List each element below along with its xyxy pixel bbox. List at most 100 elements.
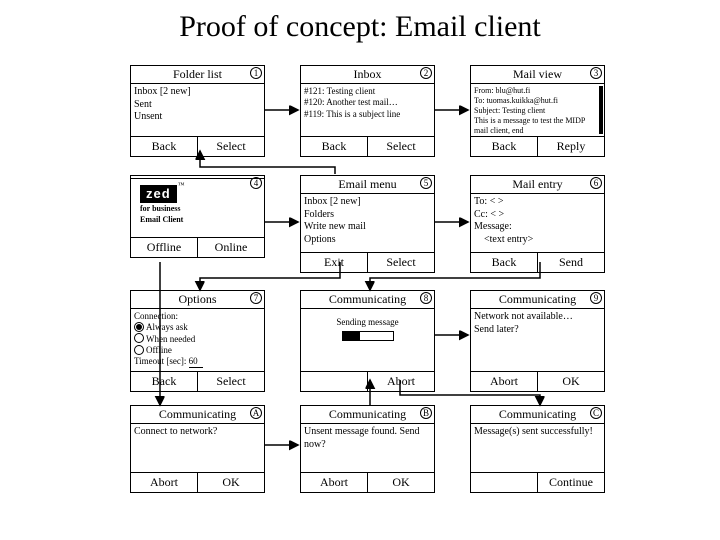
select-button[interactable]: Select — [367, 253, 434, 272]
back-button[interactable]: Back — [131, 372, 197, 391]
panel-head: Communicating8 — [301, 291, 434, 309]
folder-item[interactable]: Inbox [2 new] — [134, 86, 261, 99]
radio-label: Always ask — [146, 322, 188, 332]
abort-button[interactable]: Abort — [131, 473, 197, 492]
continue-button[interactable]: Continue — [537, 473, 604, 492]
abort-button[interactable]: Abort — [367, 372, 434, 391]
status-text: Message(s) sent successfully! — [474, 426, 601, 439]
panel-head: CommunicatingA — [131, 406, 264, 424]
panel-head: Options 7 — [131, 291, 264, 309]
panel-body: Inbox [2 new] Folders Write new mail Opt… — [301, 194, 434, 252]
panel-comm-unsent: CommunicatingB Unsent message found. Sen… — [300, 405, 435, 493]
back-button[interactable]: Back — [131, 137, 197, 156]
reply-button[interactable]: Reply — [537, 137, 604, 156]
panel-body: Sending message — [301, 309, 434, 371]
back-button[interactable]: Back — [301, 137, 367, 156]
panel-options: Options 7 Connection: Always ask When nee… — [130, 290, 265, 392]
timeout-input[interactable]: 60 — [189, 356, 203, 368]
panel-head: Mail entry6 — [471, 176, 604, 194]
panel-title: Communicating — [329, 292, 406, 306]
scrollbar[interactable] — [599, 86, 603, 134]
page-title: Proof of concept: Email client — [0, 0, 720, 44]
panel-head: Folder list1 — [131, 66, 264, 84]
panel-title: Communicating — [329, 407, 406, 421]
panel-num: B — [420, 407, 432, 419]
msg-label: Message: — [474, 221, 601, 234]
panel-body: Connect to network? — [131, 424, 264, 472]
panel-comm-connect: CommunicatingA Connect to network? Abort… — [130, 405, 265, 493]
radio-option[interactable]: Always ask — [134, 322, 261, 333]
menu-item[interactable]: Folders — [304, 209, 431, 222]
send-button[interactable]: Send — [537, 253, 604, 272]
online-button[interactable]: Online — [197, 238, 264, 257]
panel-num: 6 — [590, 177, 602, 189]
abort-button[interactable]: Abort — [301, 473, 367, 492]
progress-bar — [342, 331, 394, 341]
mail-item[interactable]: #120: Another test mail… — [304, 97, 431, 108]
panel-body: Inbox [2 new] Sent Unsent — [131, 84, 264, 136]
folder-item[interactable]: Unsent — [134, 111, 261, 124]
ok-button[interactable]: OK — [537, 372, 604, 391]
button-row: Back Reply — [471, 136, 604, 156]
menu-item[interactable]: Write new mail — [304, 221, 431, 234]
radio-option[interactable]: Offline — [134, 345, 261, 356]
panel-title: Folder list — [173, 67, 222, 81]
logo-sub: for business — [140, 205, 261, 214]
mail-to: To: tuomas.kuikka@hut.fi — [474, 96, 596, 106]
ok-button[interactable]: OK — [367, 473, 434, 492]
panel-num: 7 — [250, 292, 262, 304]
button-row: Back Send — [471, 252, 604, 272]
panel-body: To: < > Cc: < > Message: <text entry> — [471, 194, 604, 252]
select-button[interactable]: Select — [367, 137, 434, 156]
select-button[interactable]: Select — [197, 372, 264, 391]
panel-num: 9 — [590, 292, 602, 304]
radio-icon — [134, 345, 144, 355]
panel-title: Communicating — [499, 292, 576, 306]
menu-item[interactable]: Inbox [2 new] — [304, 196, 431, 209]
radio-label: When needed — [146, 334, 195, 344]
msg-field[interactable]: <text entry> — [474, 234, 601, 247]
panel-body: #121: Testing client #120: Another test … — [301, 84, 434, 136]
menu-item[interactable]: Options — [304, 234, 431, 247]
status-text: Network not available… — [474, 311, 601, 324]
panel-body: From: blu@hut.fi To: tuomas.kuikka@hut.f… — [471, 84, 604, 136]
panel-email-menu: Email menu5 Inbox [2 new] Folders Write … — [300, 175, 435, 273]
panel-comm-nonet: Communicating9 Network not available… Se… — [470, 290, 605, 392]
panel-head: Mail view3 — [471, 66, 604, 84]
abort-button[interactable]: Abort — [471, 372, 537, 391]
back-button[interactable]: Back — [471, 137, 537, 156]
mail-item[interactable]: #121: Testing client — [304, 86, 431, 97]
panel-num: C — [590, 407, 602, 419]
radio-icon — [134, 333, 144, 343]
exit-button[interactable]: Exit — [301, 253, 367, 272]
progress-fill — [343, 332, 361, 340]
panel-title: Inbox — [354, 67, 382, 81]
folder-item[interactable]: Sent — [134, 99, 261, 112]
ok-button[interactable]: OK — [197, 473, 264, 492]
blank-button — [471, 473, 537, 492]
panel-title: Options — [178, 292, 216, 306]
offline-button[interactable]: Offline — [131, 238, 197, 257]
panel-head: CommunicatingC — [471, 406, 604, 424]
select-button[interactable]: Select — [197, 137, 264, 156]
panel-num: 2 — [420, 67, 432, 79]
button-row: Abort — [301, 371, 434, 391]
logo-sub: Email Client — [140, 216, 261, 225]
to-field[interactable]: To: < > — [474, 196, 601, 209]
radio-option[interactable]: When needed — [134, 334, 261, 345]
button-row: Exit Select — [301, 252, 434, 272]
timeout-row: Timeout [sec]: 60 — [134, 356, 261, 368]
button-row: Abort OK — [131, 472, 264, 492]
button-row: Continue — [471, 472, 604, 492]
button-row: Back Select — [131, 136, 264, 156]
panel-inbox: Inbox 2 #121: Testing client #120: Anothe… — [300, 65, 435, 157]
panel-body: Connection: Always ask When needed Offli… — [131, 309, 264, 371]
mail-item[interactable]: #119: This is a subject line — [304, 109, 431, 120]
button-row: Back Select — [131, 371, 264, 391]
cc-field[interactable]: Cc: < > — [474, 209, 601, 222]
panel-folder-list: Folder list1 Inbox [2 new] Sent Unsent B… — [130, 65, 265, 157]
panel-head: Inbox 2 — [301, 66, 434, 84]
panel-title: Mail view — [513, 67, 562, 81]
status-text: Connect to network? — [134, 426, 261, 439]
back-button[interactable]: Back — [471, 253, 537, 272]
